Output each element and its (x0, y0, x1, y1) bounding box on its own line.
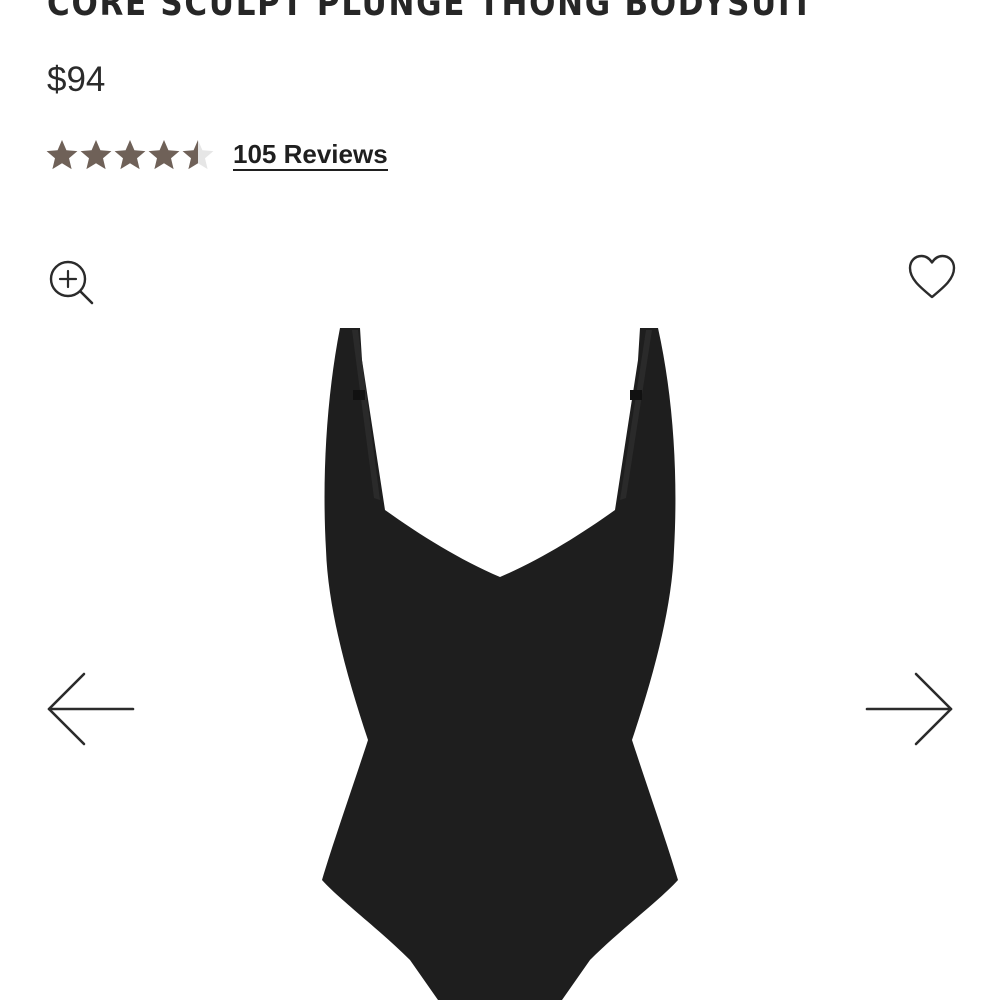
zoom-in-icon (49, 260, 94, 305)
star-icon (80, 140, 112, 170)
arrow-right-icon (865, 672, 953, 746)
wishlist-button[interactable] (906, 252, 958, 304)
star-icon (148, 140, 180, 170)
arrow-left-icon (47, 672, 135, 746)
product-image (300, 320, 700, 1000)
next-image-button[interactable] (862, 668, 956, 750)
star-icon (46, 140, 78, 170)
reviews-link[interactable]: 105 Reviews (233, 139, 388, 171)
star-rating (45, 138, 215, 172)
star-icon (182, 140, 214, 170)
zoom-button[interactable] (46, 258, 98, 308)
previous-image-button[interactable] (44, 668, 138, 750)
product-title: CORE SCULPT PLUNGE THONG BODYSUIT (47, 0, 815, 24)
rating-row: 105 Reviews (45, 138, 388, 172)
heart-outline-icon (908, 254, 956, 299)
product-price: $94 (47, 60, 106, 99)
star-icon (114, 140, 146, 170)
